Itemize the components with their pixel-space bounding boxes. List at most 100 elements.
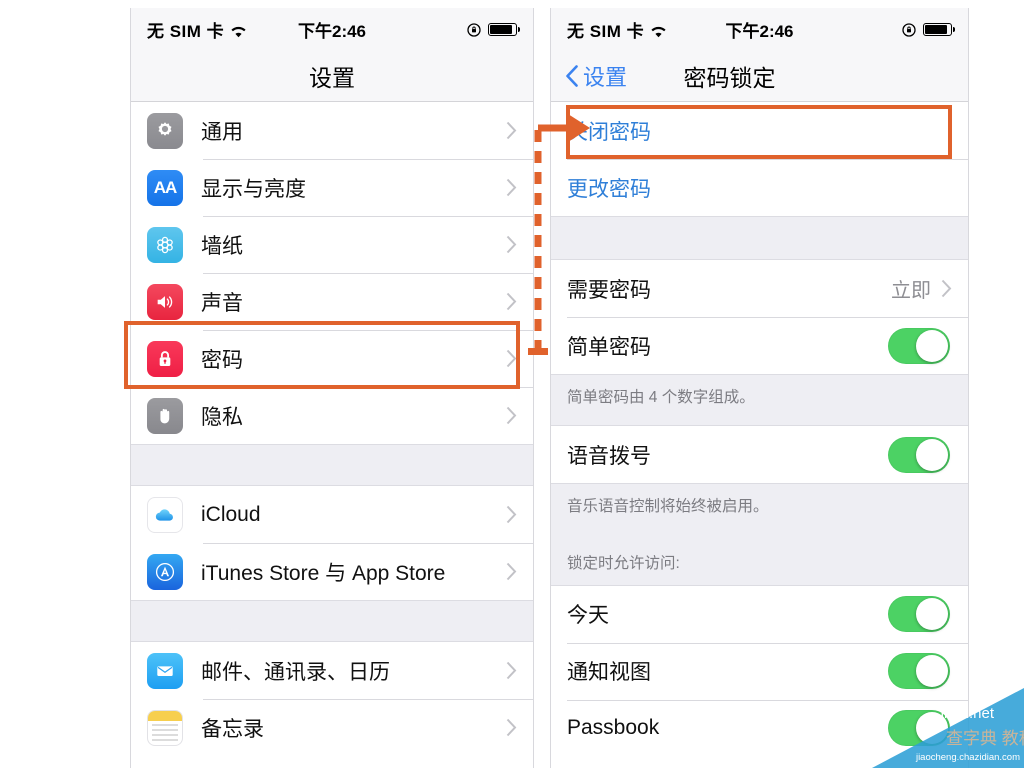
battery-icon: [923, 22, 955, 36]
chevron-right-icon: [506, 292, 517, 311]
passcode-options-group: 需要密码 立即 简单密码: [551, 260, 968, 374]
sidebar-item-sounds[interactable]: 声音: [131, 273, 533, 330]
mail-icon: [147, 652, 183, 689]
chevron-right-icon: [506, 406, 517, 425]
status-bar-right-group: [902, 22, 955, 37]
notifications-view-label: 通知视图: [567, 661, 651, 684]
sidebar-item-notes[interactable]: 备忘录: [131, 699, 533, 756]
simple-passcode-footer: 简单密码由 4 个数字组成。: [551, 374, 968, 427]
chevron-right-icon: [506, 121, 517, 140]
wifi-icon: [230, 23, 247, 37]
toggle-knob: [916, 438, 948, 471]
turn-off-passcode-row[interactable]: 关闭密码: [551, 102, 968, 159]
nav-bar-left: 设置: [131, 50, 533, 102]
change-passcode-row[interactable]: 更改密码: [551, 159, 968, 216]
sidebar-item-itunes-app-store[interactable]: iTunes Store 与 App Store: [131, 543, 533, 600]
right-phone-passcode-lock-screen: 无 SIM 卡 下午2:46 设置 密码锁定 关闭密码 更改密码 需要密码 立即…: [550, 8, 969, 768]
group-separator: [131, 444, 533, 486]
sidebar-item-label: 显示与亮度: [201, 177, 306, 201]
today-label: 今天: [567, 604, 609, 627]
aa-glyph: AA: [153, 177, 178, 197]
left-phone-settings-screen: 无 SIM 卡 下午2:46 设置 通用 AA 显示与亮度 墙纸 声音 密码 隐…: [130, 8, 534, 768]
status-bar-right-group: [467, 22, 520, 37]
sidebar-item-label: 隐私: [201, 405, 243, 429]
watermark-site: jb51.net: [940, 705, 995, 722]
back-button[interactable]: 设置: [565, 60, 627, 92]
notes-rule: [152, 733, 178, 736]
sidebar-item-label: 备忘录: [201, 717, 264, 741]
allow-access-header-text: 锁定时允许访问:: [567, 554, 680, 572]
wifi-icon: [650, 23, 667, 37]
screenshot-canvas: 无 SIM 卡 下午2:46 设置 通用 AA 显示与亮度 墙纸 声音 密码 隐…: [0, 0, 1024, 768]
rotation-lock-icon: [902, 22, 916, 37]
require-passcode-label: 需要密码: [567, 278, 651, 302]
carrier-label: 无 SIM 卡: [567, 21, 645, 41]
chevron-left-icon: [566, 64, 578, 87]
chevron-right-icon: [506, 661, 517, 680]
sidebar-item-wallpaper[interactable]: 墙纸: [131, 216, 533, 273]
allow-access-section-header: 锁定时允许访问:: [551, 544, 968, 586]
sidebar-item-privacy[interactable]: 隐私: [131, 387, 533, 444]
chevron-right-icon: [506, 718, 517, 737]
chevron-right-icon: [941, 279, 952, 298]
page-title: 设置: [309, 64, 355, 91]
today-toggle[interactable]: [888, 596, 950, 632]
require-passcode-row[interactable]: 需要密码 立即: [551, 260, 968, 317]
chevron-right-icon: [506, 505, 517, 524]
voice-dial-label: 语音拨号: [567, 444, 651, 468]
voice-dial-toggle[interactable]: [888, 436, 950, 473]
simple-passcode-note-text: 简单密码由 4 个数字组成。: [567, 389, 755, 406]
rotation-lock-icon: [467, 22, 481, 37]
watermark: jb51.net 查字典 教程网 jiaocheng.chazidian.com: [872, 688, 1024, 768]
sidebar-item-label: 声音: [201, 291, 243, 315]
settings-group-1: 通用 AA 显示与亮度 墙纸 声音 密码 隐私: [131, 102, 533, 444]
toggle-knob: [916, 329, 948, 362]
sidebar-item-label: 密码: [201, 348, 243, 372]
passcode-actions-group: 关闭密码 更改密码: [551, 102, 968, 216]
voice-dial-footer: 音乐语音控制将始终被启用。: [551, 483, 968, 545]
carrier-label: 无 SIM 卡: [147, 21, 225, 41]
sidebar-item-icloud[interactable]: iCloud: [131, 486, 533, 543]
sidebar-item-label: iTunes Store 与 App Store: [201, 561, 446, 585]
nav-bar-right: 设置 密码锁定: [551, 50, 968, 102]
group-separator: [131, 600, 533, 642]
app-store-icon: [147, 553, 183, 590]
sidebar-item-label: 邮件、通讯录、日历: [201, 660, 390, 684]
toggle-knob: [916, 598, 948, 630]
status-bar-left: 无 SIM 卡 下午2:46: [131, 8, 533, 50]
require-passcode-value: 立即: [891, 280, 931, 302]
sidebar-item-label: 墙纸: [201, 234, 243, 258]
simple-passcode-row[interactable]: 简单密码: [551, 317, 968, 374]
chevron-right-icon: [506, 235, 517, 254]
simple-passcode-label: 简单密码: [567, 335, 651, 359]
status-bar-left-group: 无 SIM 卡: [567, 17, 667, 42]
group-separator: [551, 216, 968, 260]
today-row[interactable]: 今天: [551, 585, 968, 643]
settings-group-3: 邮件、通讯录、日历 备忘录: [131, 642, 533, 756]
toggle-knob: [916, 655, 948, 687]
notes-header-bar: [148, 710, 182, 721]
display-brightness-icon: AA: [147, 169, 183, 206]
simple-passcode-toggle[interactable]: [888, 327, 950, 364]
voice-dial-row[interactable]: 语音拨号: [551, 426, 968, 484]
notes-rule: [152, 738, 178, 741]
turn-off-passcode-label: 关闭密码: [567, 120, 651, 144]
passbook-label: Passbook: [567, 716, 660, 739]
sidebar-item-general[interactable]: 通用: [131, 102, 533, 159]
sidebar-item-display-brightness[interactable]: AA 显示与亮度: [131, 159, 533, 216]
back-button-label: 设置: [583, 64, 628, 90]
notifications-view-toggle[interactable]: [888, 653, 950, 689]
sidebar-item-mail-contacts-calendars[interactable]: 邮件、通讯录、日历: [131, 642, 533, 699]
sound-icon: [147, 283, 183, 320]
sidebar-item-passcode[interactable]: 密码: [131, 330, 533, 387]
chevron-right-icon: [506, 562, 517, 581]
status-bar-left-group: 无 SIM 卡: [147, 17, 247, 42]
voice-dial-group: 语音拨号: [551, 426, 968, 484]
notes-icon: [147, 709, 183, 746]
lock-icon: [147, 340, 183, 377]
notes-rule: [152, 728, 178, 731]
icloud-icon: [147, 496, 183, 533]
watermark-brand: 查字典 教程网: [946, 729, 1024, 748]
voice-dial-note-text: 音乐语音控制将始终被启用。: [567, 498, 769, 516]
status-bar-right: 无 SIM 卡 下午2:46: [551, 8, 968, 50]
